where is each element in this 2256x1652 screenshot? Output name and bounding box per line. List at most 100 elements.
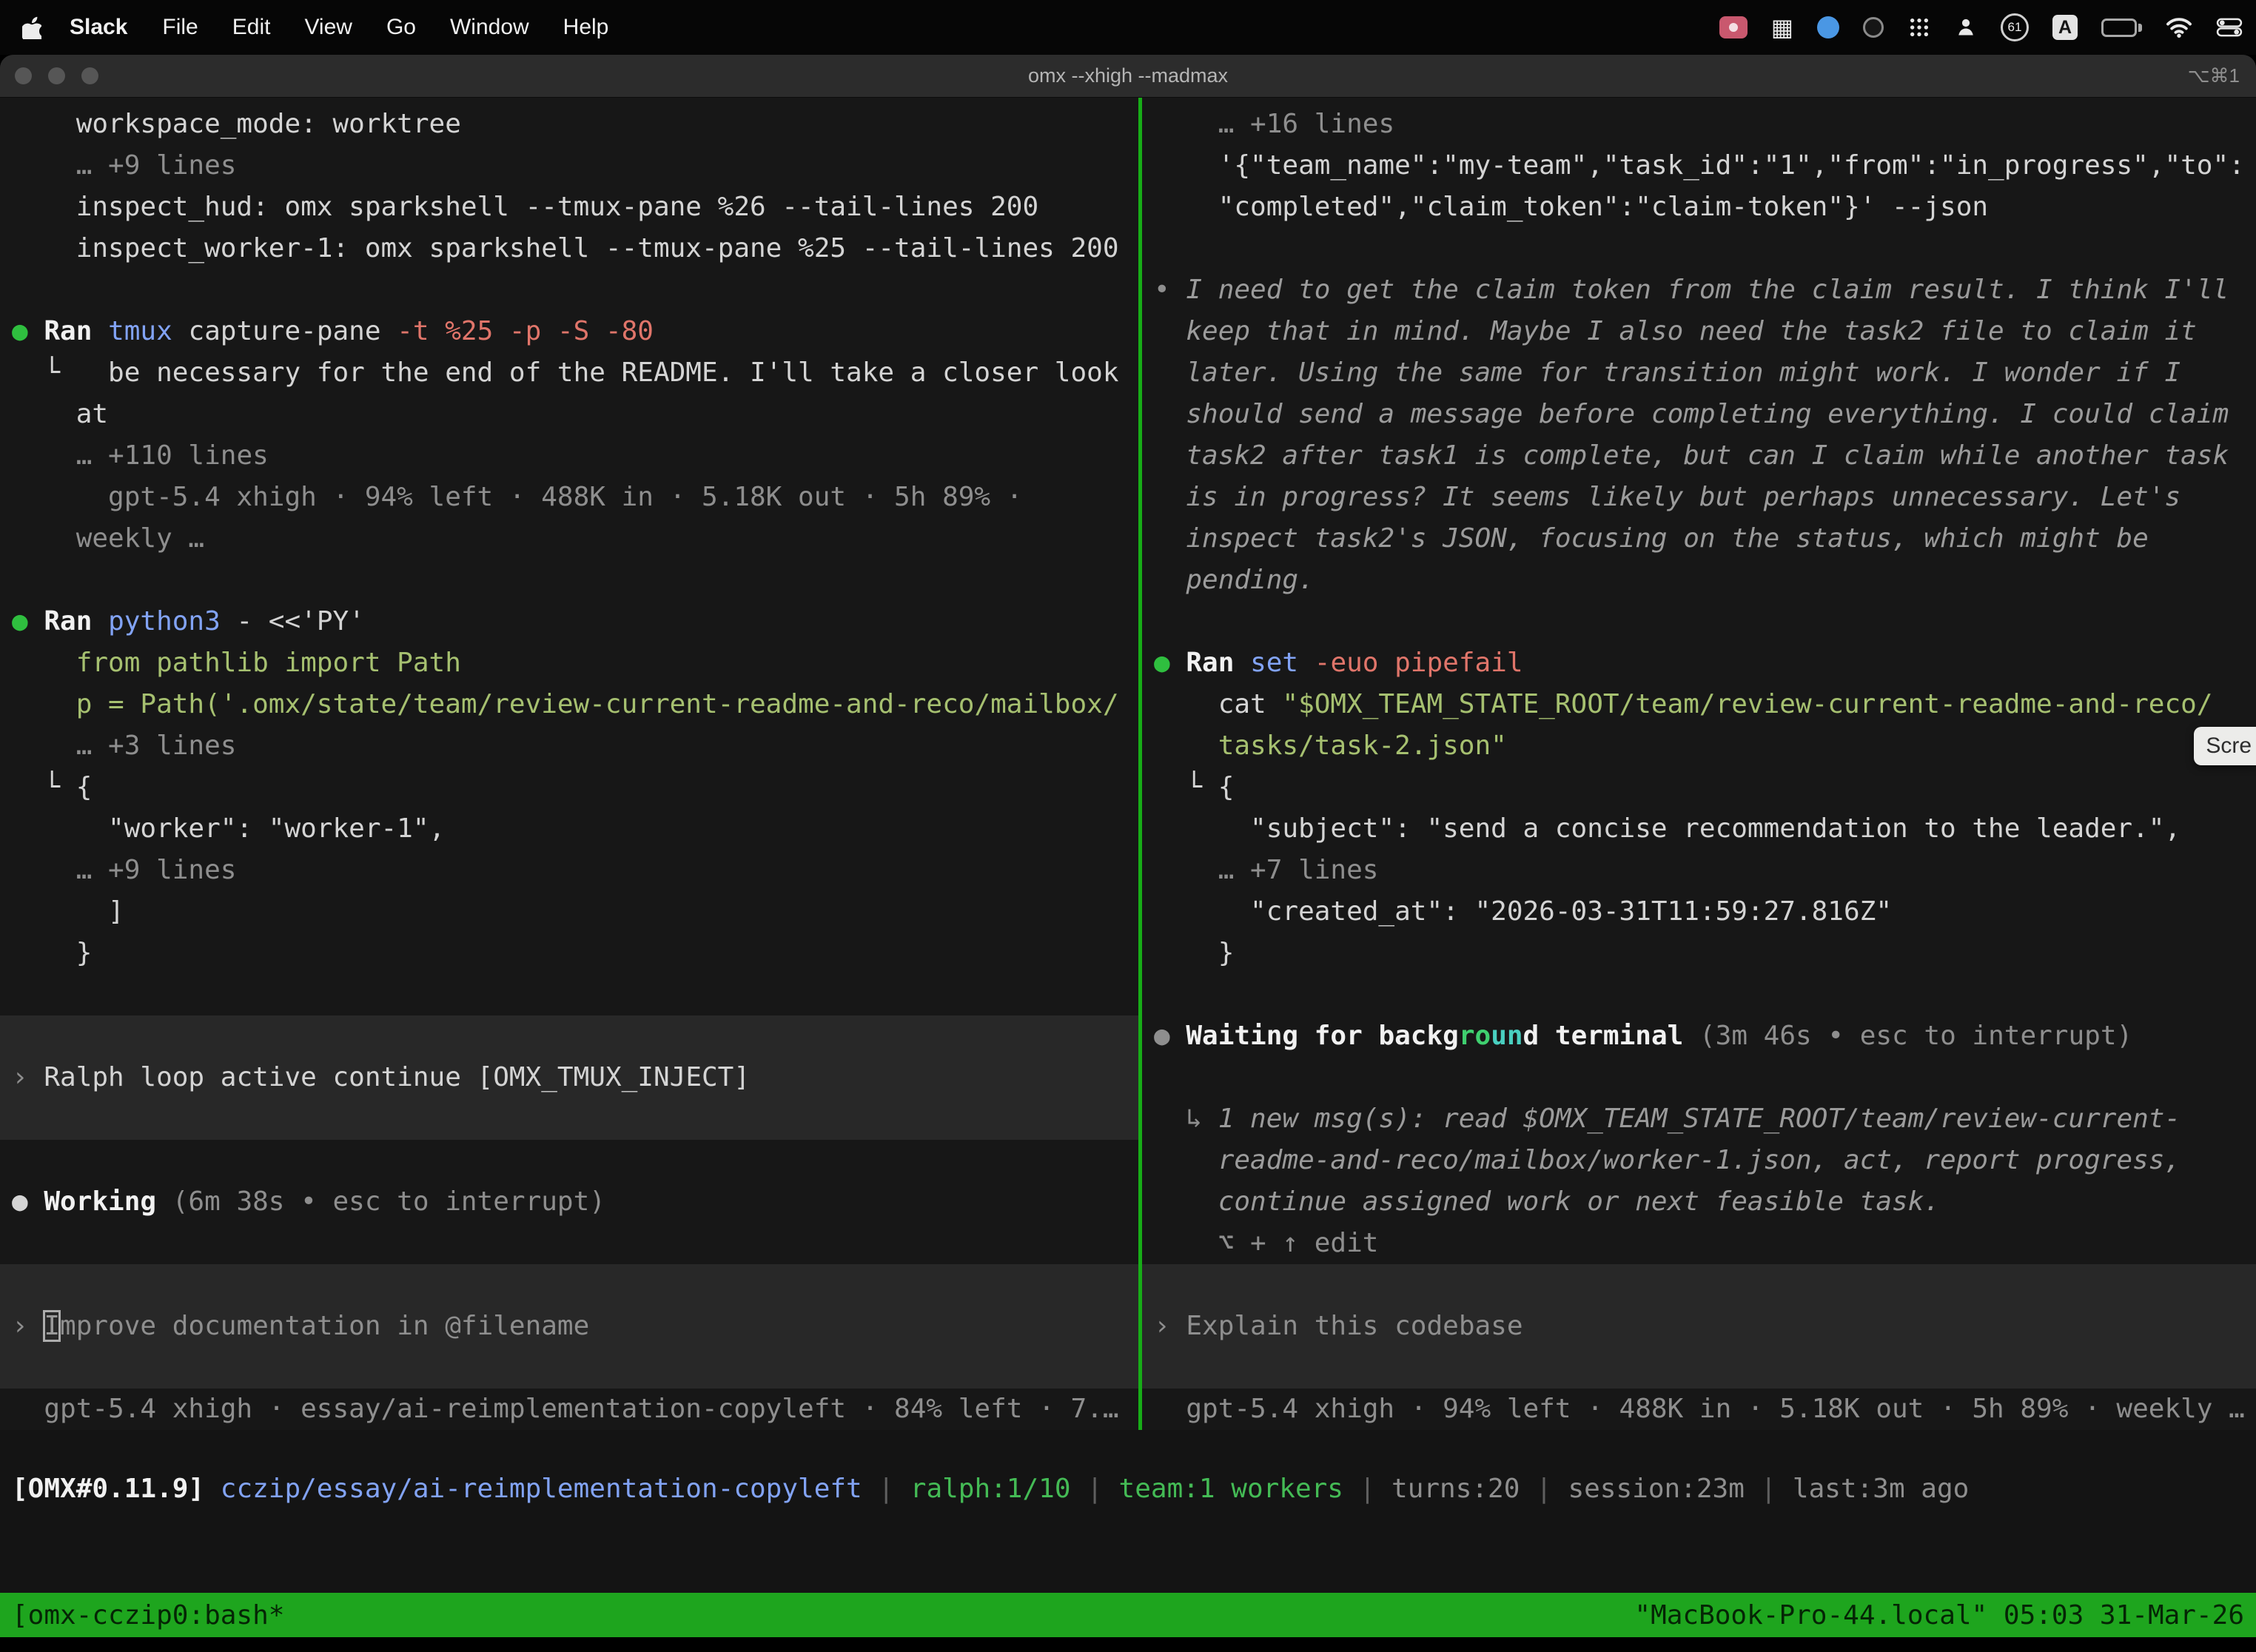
terminal-row: from pathlib import Path bbox=[0, 642, 1138, 684]
menu-go[interactable]: Go bbox=[369, 15, 433, 40]
terminal-row: gpt-5.4 xhigh · essay/ai-reimplementatio… bbox=[0, 1389, 1138, 1430]
text-segment: └ be necessary for the end of the README… bbox=[12, 357, 1119, 388]
terminal-row: … +9 lines bbox=[0, 850, 1138, 891]
text-segment: inspect_hud: omx sparkshell --tmux-pane … bbox=[12, 192, 1038, 222]
text-segment: › bbox=[1154, 1311, 1186, 1341]
text-segment: pending. bbox=[1154, 565, 1315, 595]
terminal-row: cat "$OMX_TEAM_STATE_ROOT/team/review-cu… bbox=[1142, 684, 2256, 725]
wifi-icon[interactable] bbox=[2166, 16, 2192, 38]
terminal-row: … +3 lines bbox=[0, 725, 1138, 767]
left-pane[interactable]: workspace_mode: worktree … +9 lines insp… bbox=[0, 98, 1138, 1430]
text-segment: later. Using the same for transition mig… bbox=[1154, 357, 2181, 388]
menubar: Slack FileEditViewGoWindowHelp ▦ 61 A bbox=[0, 0, 2256, 55]
text-segment bbox=[1154, 109, 1218, 139]
grid-app-icon[interactable]: ▦ bbox=[1771, 13, 1793, 41]
terminal-row: "subject": "send a concise recommendatio… bbox=[1142, 808, 2256, 850]
text-segment: capture-pane bbox=[188, 316, 397, 346]
text-segment: Ran bbox=[44, 316, 108, 346]
text-segment: team:1 workers bbox=[1119, 1474, 1360, 1504]
text-segment: tmux bbox=[108, 316, 188, 346]
terminal-row bbox=[1142, 1264, 2256, 1306]
text-segment bbox=[12, 150, 76, 181]
menu-help[interactable]: Help bbox=[546, 15, 626, 40]
terminal-row: ] bbox=[0, 891, 1138, 933]
input-source-icon[interactable]: A bbox=[2052, 15, 2078, 40]
dots-grid-icon[interactable] bbox=[1907, 16, 1931, 39]
terminal-row: workspace_mode: worktree bbox=[0, 104, 1138, 145]
bottom-strip bbox=[0, 1637, 2256, 1652]
text-segment: Explain this codebase bbox=[1186, 1311, 1523, 1341]
apple-menu[interactable] bbox=[22, 16, 41, 39]
menubar-status-icons: ▦ 61 A bbox=[1719, 13, 2256, 41]
terminal-row bbox=[1142, 228, 2256, 269]
terminal-row: ↳ 1 new msg(s): read $OMX_TEAM_STATE_ROO… bbox=[1142, 1098, 2256, 1140]
menu-view[interactable]: View bbox=[287, 15, 369, 40]
text-segment: ● bbox=[12, 1186, 44, 1217]
text-segment: └ { bbox=[12, 772, 92, 802]
battery-gauge-value: 61 bbox=[2008, 20, 2022, 35]
text-segment: turns:20 bbox=[1391, 1474, 1536, 1504]
text-segment: Working bbox=[44, 1186, 172, 1217]
text-segment: … +9 lines bbox=[76, 855, 237, 885]
menu-window[interactable]: Window bbox=[433, 15, 546, 40]
text-segment: … +110 lines bbox=[76, 440, 269, 471]
terminal-row: gpt-5.4 xhigh · 94% left · 488K in · 5.1… bbox=[0, 477, 1138, 518]
text-segment: Ran bbox=[1186, 648, 1250, 678]
blue-app-icon[interactable] bbox=[1817, 16, 1839, 38]
prompt-row[interactable]: › Improve documentation in @filename bbox=[0, 1306, 1138, 1347]
terminal-row: └ { bbox=[0, 767, 1138, 808]
person-icon[interactable] bbox=[1955, 16, 1977, 38]
text-segment: "$OMX_TEAM_STATE_ROOT/team/review-curren… bbox=[1282, 689, 2212, 719]
control-center-icon[interactable] bbox=[2216, 17, 2243, 38]
text-segment: … +3 lines bbox=[76, 731, 237, 761]
terminal-row: later. Using the same for transition mig… bbox=[1142, 352, 2256, 394]
app-menu-title[interactable]: Slack bbox=[52, 15, 145, 40]
tmux-status-bar: [omx-cczip0:bash* "MacBook-Pro-44.local"… bbox=[0, 1593, 2256, 1637]
battery-gauge-icon[interactable]: 61 bbox=[2001, 13, 2029, 41]
text-segment: gpt-5.4 xhigh · essay/ai-reimplementatio… bbox=[12, 1394, 1119, 1424]
input-source-label: A bbox=[2058, 17, 2072, 38]
prompt-row[interactable]: › Explain this codebase bbox=[1142, 1306, 2256, 1347]
terminal-row: ● Ran set -euo pipefail bbox=[1142, 642, 2256, 684]
menu-edit[interactable]: Edit bbox=[215, 15, 288, 40]
terminal-row: … +110 lines bbox=[0, 435, 1138, 477]
text-segment: task2 after task1 is complete, but can I… bbox=[1154, 440, 2229, 471]
text-segment: should send a message before completing … bbox=[1154, 399, 2229, 429]
dark-app-icon[interactable] bbox=[1863, 17, 1884, 38]
text-segment: un bbox=[1491, 1021, 1523, 1051]
text-segment bbox=[1154, 855, 1218, 885]
text-segment: | bbox=[1536, 1474, 1568, 1504]
right-pane[interactable]: … +16 lines '{"team_name":"my-team","tas… bbox=[1142, 98, 2256, 1430]
text-segment: I bbox=[44, 1311, 60, 1341]
text-segment: python3 bbox=[108, 606, 236, 637]
menu-file[interactable]: File bbox=[145, 15, 215, 40]
text-segment: Ran bbox=[44, 606, 108, 637]
text-segment: | bbox=[1360, 1474, 1391, 1504]
omx-status-line: [OMX#0.11.9] cczip/essay/ai-reimplementa… bbox=[0, 1430, 2256, 1593]
terminal-row bbox=[1142, 974, 2256, 1015]
text-segment: "completed","claim_token":"claim-token"}… bbox=[1154, 192, 1988, 222]
text-segment: Ralph loop active continue [OMX_TMUX_INJ… bbox=[44, 1062, 750, 1092]
text-segment: -euo pipefail bbox=[1315, 648, 1523, 678]
terminal-row bbox=[0, 1347, 1138, 1389]
prompt-row[interactable]: › Ralph loop active continue [OMX_TMUX_I… bbox=[0, 1057, 1138, 1098]
terminal-row: tasks/task-2.json" bbox=[1142, 725, 2256, 767]
battery-icon[interactable] bbox=[2101, 19, 2142, 37]
text-segment: I need to get the claim token from the c… bbox=[1186, 275, 2229, 305]
terminal-row: should send a message before completing … bbox=[1142, 394, 2256, 435]
terminal-row: inspect task2's JSON, focusing on the st… bbox=[1142, 518, 2256, 560]
screen-recording-icon[interactable] bbox=[1719, 16, 1748, 38]
text-segment: - <<'PY' bbox=[236, 606, 364, 637]
terminal-row bbox=[0, 974, 1138, 1015]
text-segment: inspect_worker-1: omx sparkshell --tmux-… bbox=[12, 233, 1119, 263]
text-segment: (6m 38s • esc to interrupt) bbox=[172, 1186, 605, 1217]
terminal-row: weekly … bbox=[0, 518, 1138, 560]
text-segment: | bbox=[878, 1474, 910, 1504]
text-segment: } bbox=[1154, 938, 1234, 968]
text-segment: ● bbox=[1154, 1021, 1186, 1051]
text-segment: • bbox=[1154, 275, 1186, 305]
terminal-row: is in progress? It seems likely but perh… bbox=[1142, 477, 2256, 518]
window-titlebar[interactable]: omx --xhigh --madmax ⌥⌘1 bbox=[0, 55, 2256, 98]
text-segment: └ { bbox=[1154, 772, 1234, 802]
text-segment: at bbox=[12, 399, 108, 429]
